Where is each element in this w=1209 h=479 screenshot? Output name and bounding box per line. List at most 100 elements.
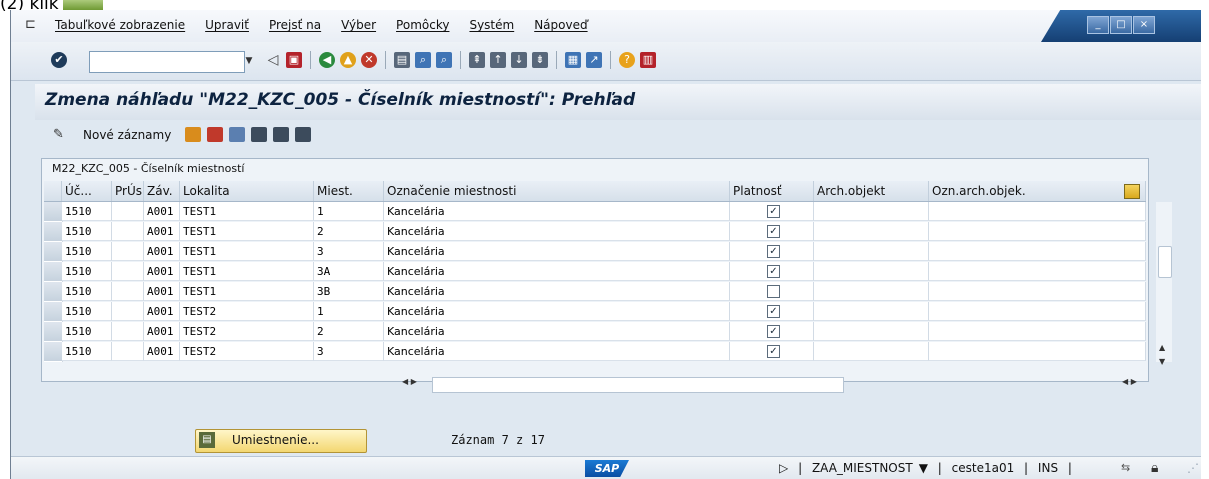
close-button[interactable]: × (1133, 16, 1155, 34)
copy-as-icon[interactable] (185, 127, 201, 142)
back-icon[interactable]: ◁ (265, 52, 281, 68)
cell-oznacenie[interactable]: Kancelária (384, 222, 730, 241)
cell-prus[interactable] (112, 342, 144, 361)
validity-cell[interactable] (730, 282, 814, 301)
select-all-cell[interactable] (44, 181, 62, 201)
validity-cell[interactable]: ✓ (730, 262, 814, 281)
table-row[interactable]: 1510 A001 TEST2 2 Kancelária ✓ (44, 322, 1146, 342)
cell-oznacenie[interactable]: Kancelária (384, 262, 730, 281)
table-row[interactable]: 1510 A001 TEST1 1 Kancelária ✓ (44, 202, 1146, 222)
menu-item[interactable]: Výber (341, 18, 376, 32)
transaction-code[interactable]: ZAA_MIESTNOST (812, 461, 913, 475)
location-button[interactable]: ▤ Umiestnenie... (195, 429, 367, 453)
cell-prus[interactable] (112, 242, 144, 261)
validity-checkbox[interactable]: ✓ (767, 345, 780, 358)
row-selector[interactable] (44, 342, 63, 362)
cell-ozn_arch[interactable] (929, 322, 1146, 341)
cell-ozn_arch[interactable] (929, 202, 1146, 221)
row-selector[interactable] (44, 222, 63, 242)
validity-cell[interactable]: ✓ (730, 322, 814, 341)
shortcut-icon[interactable]: ↗ (586, 52, 602, 68)
find-icon[interactable]: ⌕ (415, 52, 431, 68)
cancel-icon[interactable]: ✕ (361, 52, 377, 68)
menu-item[interactable]: Pomôcky (396, 18, 449, 32)
command-field[interactable] (89, 51, 245, 73)
enter-icon[interactable]: ✔ (51, 52, 67, 68)
cell-zav[interactable]: A001 (144, 302, 180, 321)
cell-prus[interactable] (112, 202, 144, 221)
row-selector[interactable] (44, 322, 63, 342)
cell-arch[interactable] (814, 202, 929, 221)
find-next-icon[interactable]: ⌕ (436, 52, 452, 68)
cell-lokalita[interactable]: TEST1 (180, 262, 314, 281)
scroll-down-icon[interactable]: ▼ (1159, 357, 1165, 366)
cell-miest[interactable]: 1 (314, 202, 384, 221)
menu-item[interactable]: Nápoveď (534, 18, 587, 32)
validity-cell[interactable]: ✓ (730, 242, 814, 261)
cell-zav[interactable]: A001 (144, 262, 180, 281)
first-page-icon[interactable]: ⇞ (469, 52, 485, 68)
cell-arch[interactable] (814, 262, 929, 281)
column-header[interactable]: PrÚs (112, 181, 144, 201)
green-back-icon[interactable]: ◀ (319, 52, 335, 68)
command-dropdown-icon[interactable]: ▼ (241, 51, 257, 71)
cell-ozn_arch[interactable] (929, 262, 1146, 281)
row-selector[interactable] (44, 202, 63, 222)
new-session-icon[interactable]: ▦ (565, 52, 581, 68)
cell-ozn_arch[interactable] (929, 342, 1146, 361)
column-header[interactable]: Ozn.arch.objek. (929, 181, 1146, 201)
table-row[interactable]: 1510 A001 TEST2 3 Kancelária ✓ (44, 342, 1146, 362)
cell-lokalita[interactable]: TEST1 (180, 202, 314, 221)
maximize-button[interactable]: □ (1110, 16, 1132, 34)
cell-oznacenie[interactable]: Kancelária (384, 282, 730, 301)
print-icon[interactable]: ▤ (394, 52, 410, 68)
cell-ozn_arch[interactable] (929, 242, 1146, 261)
exit-icon[interactable]: ▲ (340, 52, 356, 68)
validity-checkbox[interactable]: ✓ (767, 225, 780, 238)
cell-prus[interactable] (112, 302, 144, 321)
cell-prus[interactable] (112, 262, 144, 281)
help-icon[interactable]: ? (619, 52, 635, 68)
validity-cell[interactable]: ✓ (730, 342, 814, 361)
table-row[interactable]: 1510 A001 TEST1 3B Kancelária (44, 282, 1146, 302)
cell-uc[interactable]: 1510 (62, 342, 112, 361)
column-header[interactable]: Označenie miestnosti (384, 181, 730, 201)
validity-checkbox[interactable]: ✓ (767, 265, 780, 278)
cell-uc[interactable]: 1510 (62, 262, 112, 281)
cell-lokalita[interactable]: TEST2 (180, 342, 314, 361)
cell-lokalita[interactable]: TEST1 (180, 242, 314, 261)
row-selector[interactable] (44, 242, 63, 262)
menu-item[interactable]: Prejsť na (269, 18, 321, 32)
undo-change-icon[interactable] (229, 127, 245, 142)
row-selector[interactable] (44, 282, 63, 302)
cell-miest[interactable]: 3B (314, 282, 384, 301)
system-menu-icon[interactable]: ⊏ (25, 18, 41, 32)
cell-zav[interactable]: A001 (144, 222, 180, 241)
cell-arch[interactable] (814, 342, 929, 361)
vertical-scrollbar[interactable] (1156, 202, 1172, 362)
row-selector[interactable] (44, 262, 63, 282)
cell-arch[interactable] (814, 322, 929, 341)
cell-zav[interactable]: A001 (144, 282, 180, 301)
validity-cell[interactable]: ✓ (730, 222, 814, 241)
cell-miest[interactable]: 2 (314, 222, 384, 241)
cell-lokalita[interactable]: TEST1 (180, 282, 314, 301)
menu-item[interactable]: Systém (469, 18, 514, 32)
prev-page-icon[interactable]: ↑ (490, 52, 506, 68)
resize-grip-icon[interactable]: ⋰ (1187, 461, 1199, 475)
delete-icon[interactable] (207, 127, 223, 142)
validity-checkbox[interactable]: ✓ (767, 245, 780, 258)
cell-arch[interactable] (814, 242, 929, 261)
layout-icon[interactable]: ▥ (640, 52, 656, 68)
last-page-icon[interactable]: ⇟ (532, 52, 548, 68)
cell-arch[interactable] (814, 222, 929, 241)
cell-miest[interactable]: 2 (314, 322, 384, 341)
cell-prus[interactable] (112, 322, 144, 341)
new-entries-button[interactable]: Nové záznamy (83, 128, 171, 142)
table-row[interactable]: 1510 A001 TEST2 1 Kancelária ✓ (44, 302, 1146, 322)
column-header[interactable]: Arch.objekt (814, 181, 929, 201)
select-all-icon[interactable] (251, 127, 267, 142)
table-row[interactable]: 1510 A001 TEST1 2 Kancelária ✓ (44, 222, 1146, 242)
cell-uc[interactable]: 1510 (62, 222, 112, 241)
cell-uc[interactable]: 1510 (62, 302, 112, 321)
